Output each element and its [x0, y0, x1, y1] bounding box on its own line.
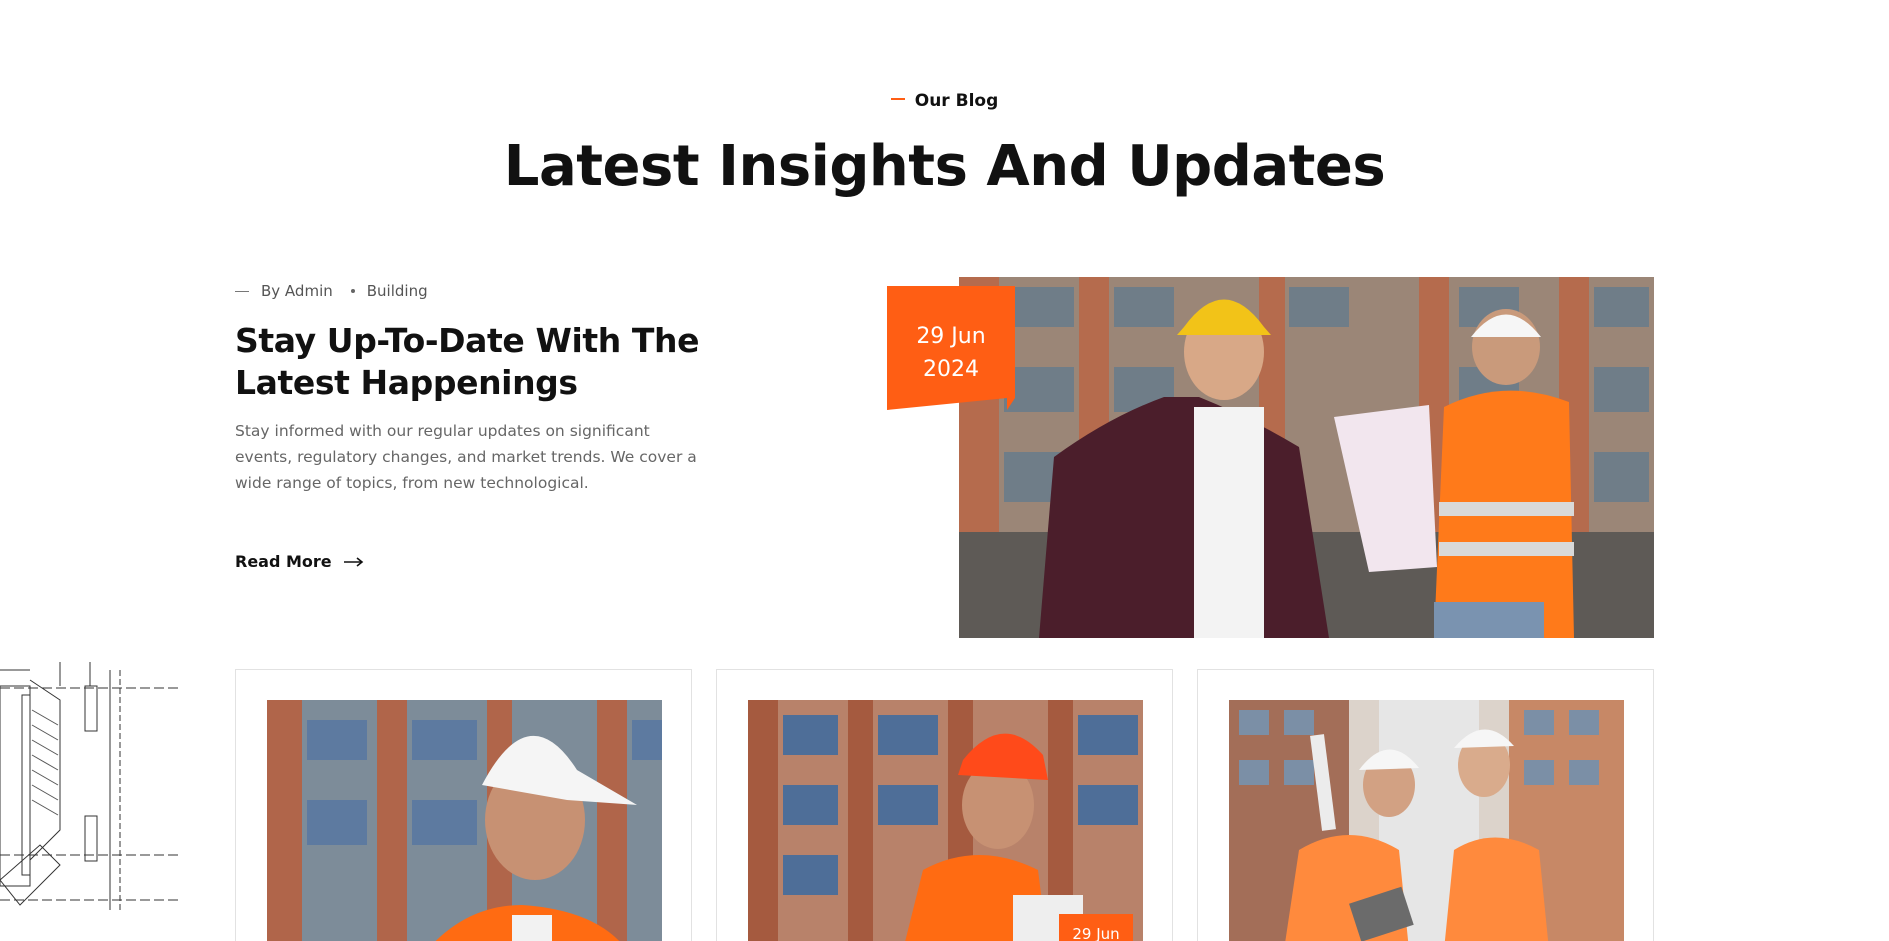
post-meta: By Admin Building — [235, 282, 428, 300]
featured-date-badge: 29 Jun 2024 — [887, 286, 1015, 410]
date-day: 29 Jun — [916, 324, 986, 349]
post-category[interactable]: Building — [367, 282, 428, 300]
featured-post-title[interactable]: Stay Up-To-Date With The Latest Happenin… — [235, 320, 755, 404]
meta-dash — [235, 290, 249, 292]
worker-red-helmet-photo-icon — [748, 700, 1143, 941]
section-title: Latest Insights And Updates — [503, 134, 1386, 199]
read-more-label: Read More — [235, 552, 332, 571]
blog-card-3[interactable] — [1197, 669, 1654, 941]
blog-card-1[interactable] — [235, 669, 692, 941]
blog-card-image[interactable] — [267, 700, 662, 941]
meta-separator-dot — [350, 289, 355, 293]
post-author[interactable]: By Admin — [261, 282, 333, 300]
construction-workers-photo-icon — [959, 277, 1654, 638]
card-date-badge: 29 Jun — [1059, 914, 1133, 941]
featured-post-image[interactable] — [959, 277, 1654, 638]
worker-white-helmet-photo-icon — [267, 700, 662, 941]
blueprint-decoration-icon — [0, 650, 185, 941]
date-year: 2024 — [923, 357, 979, 382]
eyebrow-label: Our Blog — [914, 91, 999, 111]
blog-card-image[interactable] — [1229, 700, 1624, 941]
arrow-right-icon — [343, 552, 364, 571]
read-more-link[interactable]: Read More — [235, 552, 364, 571]
blog-card-image[interactable]: 29 Jun — [748, 700, 1143, 941]
section-eyebrow: Our Blog — [0, 91, 1889, 111]
featured-post-excerpt: Stay informed with our regular updates o… — [235, 422, 697, 492]
blog-card-2[interactable]: 29 Jun — [716, 669, 1173, 941]
two-engineers-pointing-photo-icon — [1229, 700, 1624, 941]
eyebrow-dash — [890, 98, 905, 100]
